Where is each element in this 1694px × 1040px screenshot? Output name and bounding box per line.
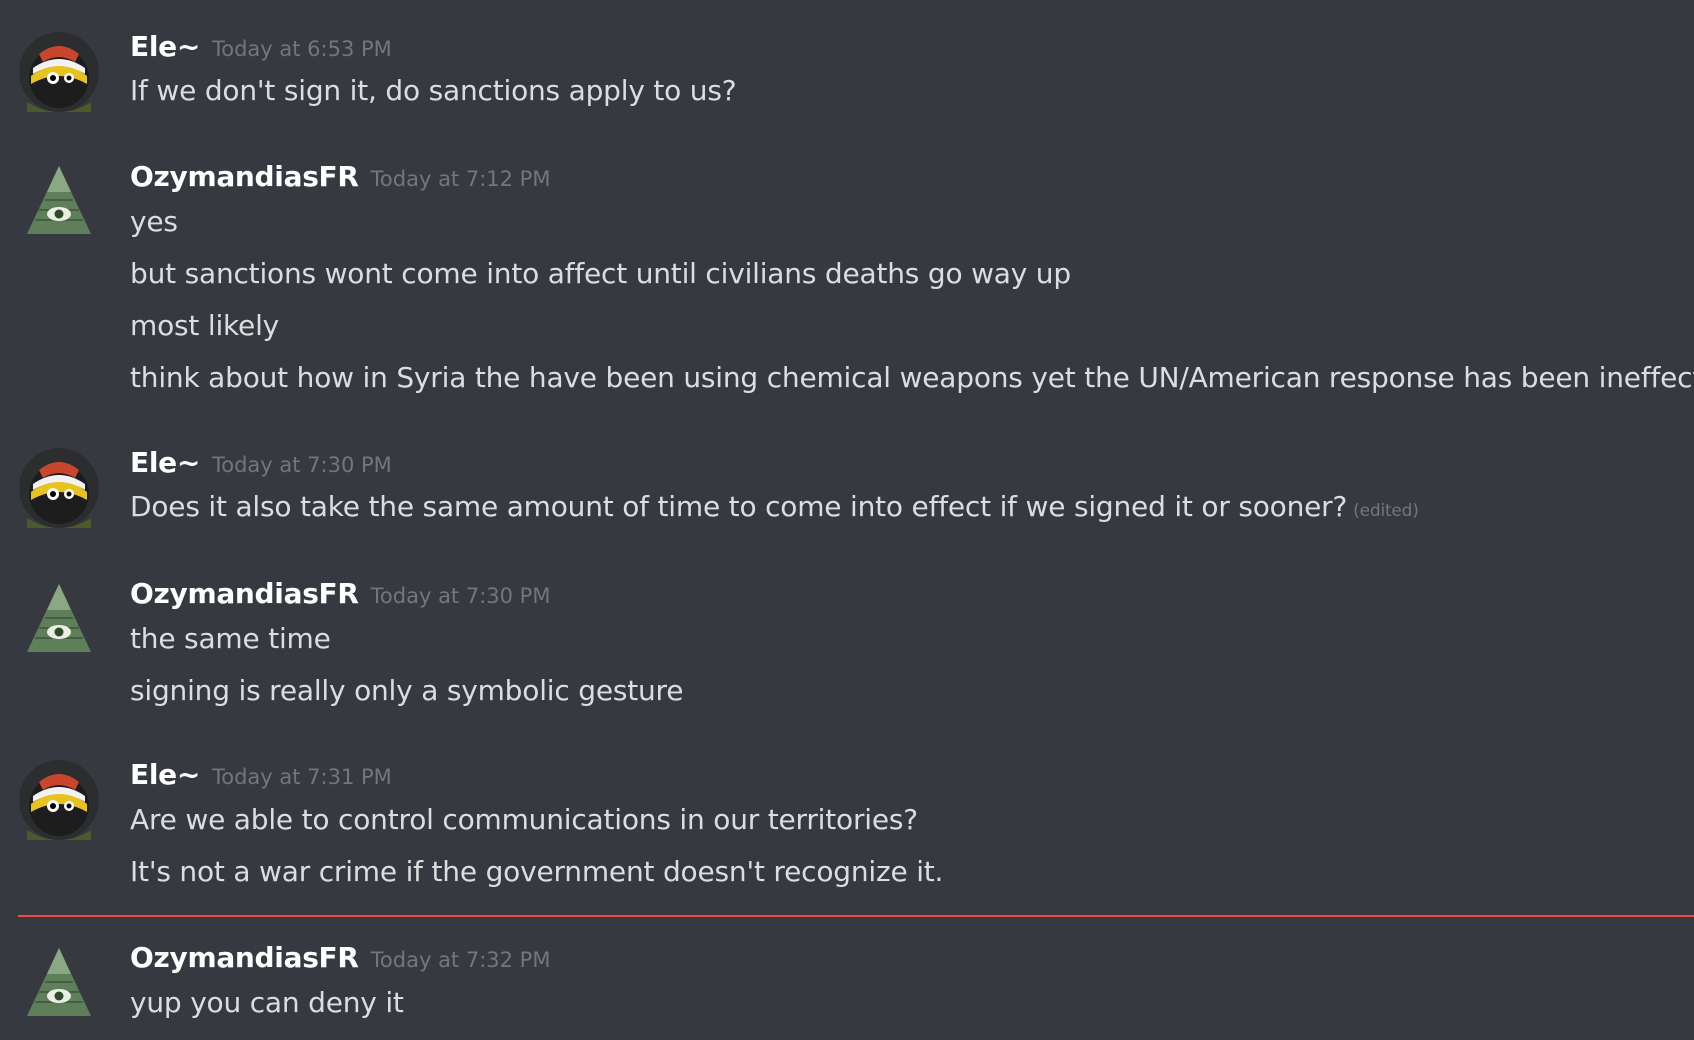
message-text: Does it also take the same amount of tim… bbox=[130, 490, 1419, 523]
message-header: Ele~ Today at 7:30 PM bbox=[130, 446, 392, 479]
message-header: OzymandiasFR Today at 7:12 PM bbox=[130, 160, 550, 193]
countryball-avatar-icon[interactable] bbox=[19, 448, 99, 528]
message-text: most likely bbox=[130, 309, 280, 342]
username[interactable]: OzymandiasFR bbox=[130, 577, 359, 610]
username[interactable]: Ele~ bbox=[130, 758, 200, 791]
username[interactable]: Ele~ bbox=[130, 30, 200, 63]
message-text: If we don't sign it, do sanctions apply … bbox=[130, 74, 737, 107]
timestamp[interactable]: Today at 7:30 PM bbox=[371, 584, 551, 608]
illuminati-pyramid-eye-icon[interactable] bbox=[19, 944, 99, 1024]
timestamp[interactable]: Today at 7:31 PM bbox=[212, 765, 392, 789]
message-header: OzymandiasFR Today at 7:32 PM bbox=[130, 941, 550, 974]
illuminati-pyramid-eye-icon[interactable] bbox=[19, 162, 99, 242]
new-messages-divider bbox=[18, 915, 1694, 917]
countryball-avatar-icon[interactable] bbox=[19, 32, 99, 112]
message-text: Are we able to control communications in… bbox=[130, 803, 918, 836]
message-header: Ele~ Today at 7:31 PM bbox=[130, 758, 392, 791]
timestamp[interactable]: Today at 7:12 PM bbox=[371, 167, 551, 191]
message-text-content: Does it also take the same amount of tim… bbox=[130, 490, 1348, 523]
edited-label: (edited) bbox=[1353, 501, 1419, 521]
username[interactable]: OzymandiasFR bbox=[130, 941, 359, 974]
message-text: It's not a war crime if the government d… bbox=[130, 855, 944, 888]
username[interactable]: Ele~ bbox=[130, 446, 200, 479]
timestamp[interactable]: Today at 7:30 PM bbox=[212, 453, 392, 477]
message-header: Ele~ Today at 6:53 PM bbox=[130, 30, 392, 63]
message-text: but sanctions wont come into affect unti… bbox=[130, 257, 1071, 290]
message-text: yup you can deny it bbox=[130, 986, 404, 1019]
timestamp[interactable]: Today at 7:32 PM bbox=[371, 948, 551, 972]
message-header: OzymandiasFR Today at 7:30 PM bbox=[130, 577, 550, 610]
timestamp[interactable]: Today at 6:53 PM bbox=[212, 37, 392, 61]
chat-messages: Ele~ Today at 6:53 PM If we don't sign it… bbox=[0, 0, 1694, 1040]
illuminati-pyramid-eye-icon[interactable] bbox=[19, 580, 99, 660]
countryball-avatar-icon[interactable] bbox=[19, 760, 99, 840]
message-text: think about how in Syria the have been u… bbox=[130, 361, 1694, 394]
message-text: signing is really only a symbolic gestur… bbox=[130, 674, 684, 707]
message-text: yes bbox=[130, 205, 178, 238]
message-text: the same time bbox=[130, 622, 331, 655]
username[interactable]: OzymandiasFR bbox=[130, 160, 359, 193]
